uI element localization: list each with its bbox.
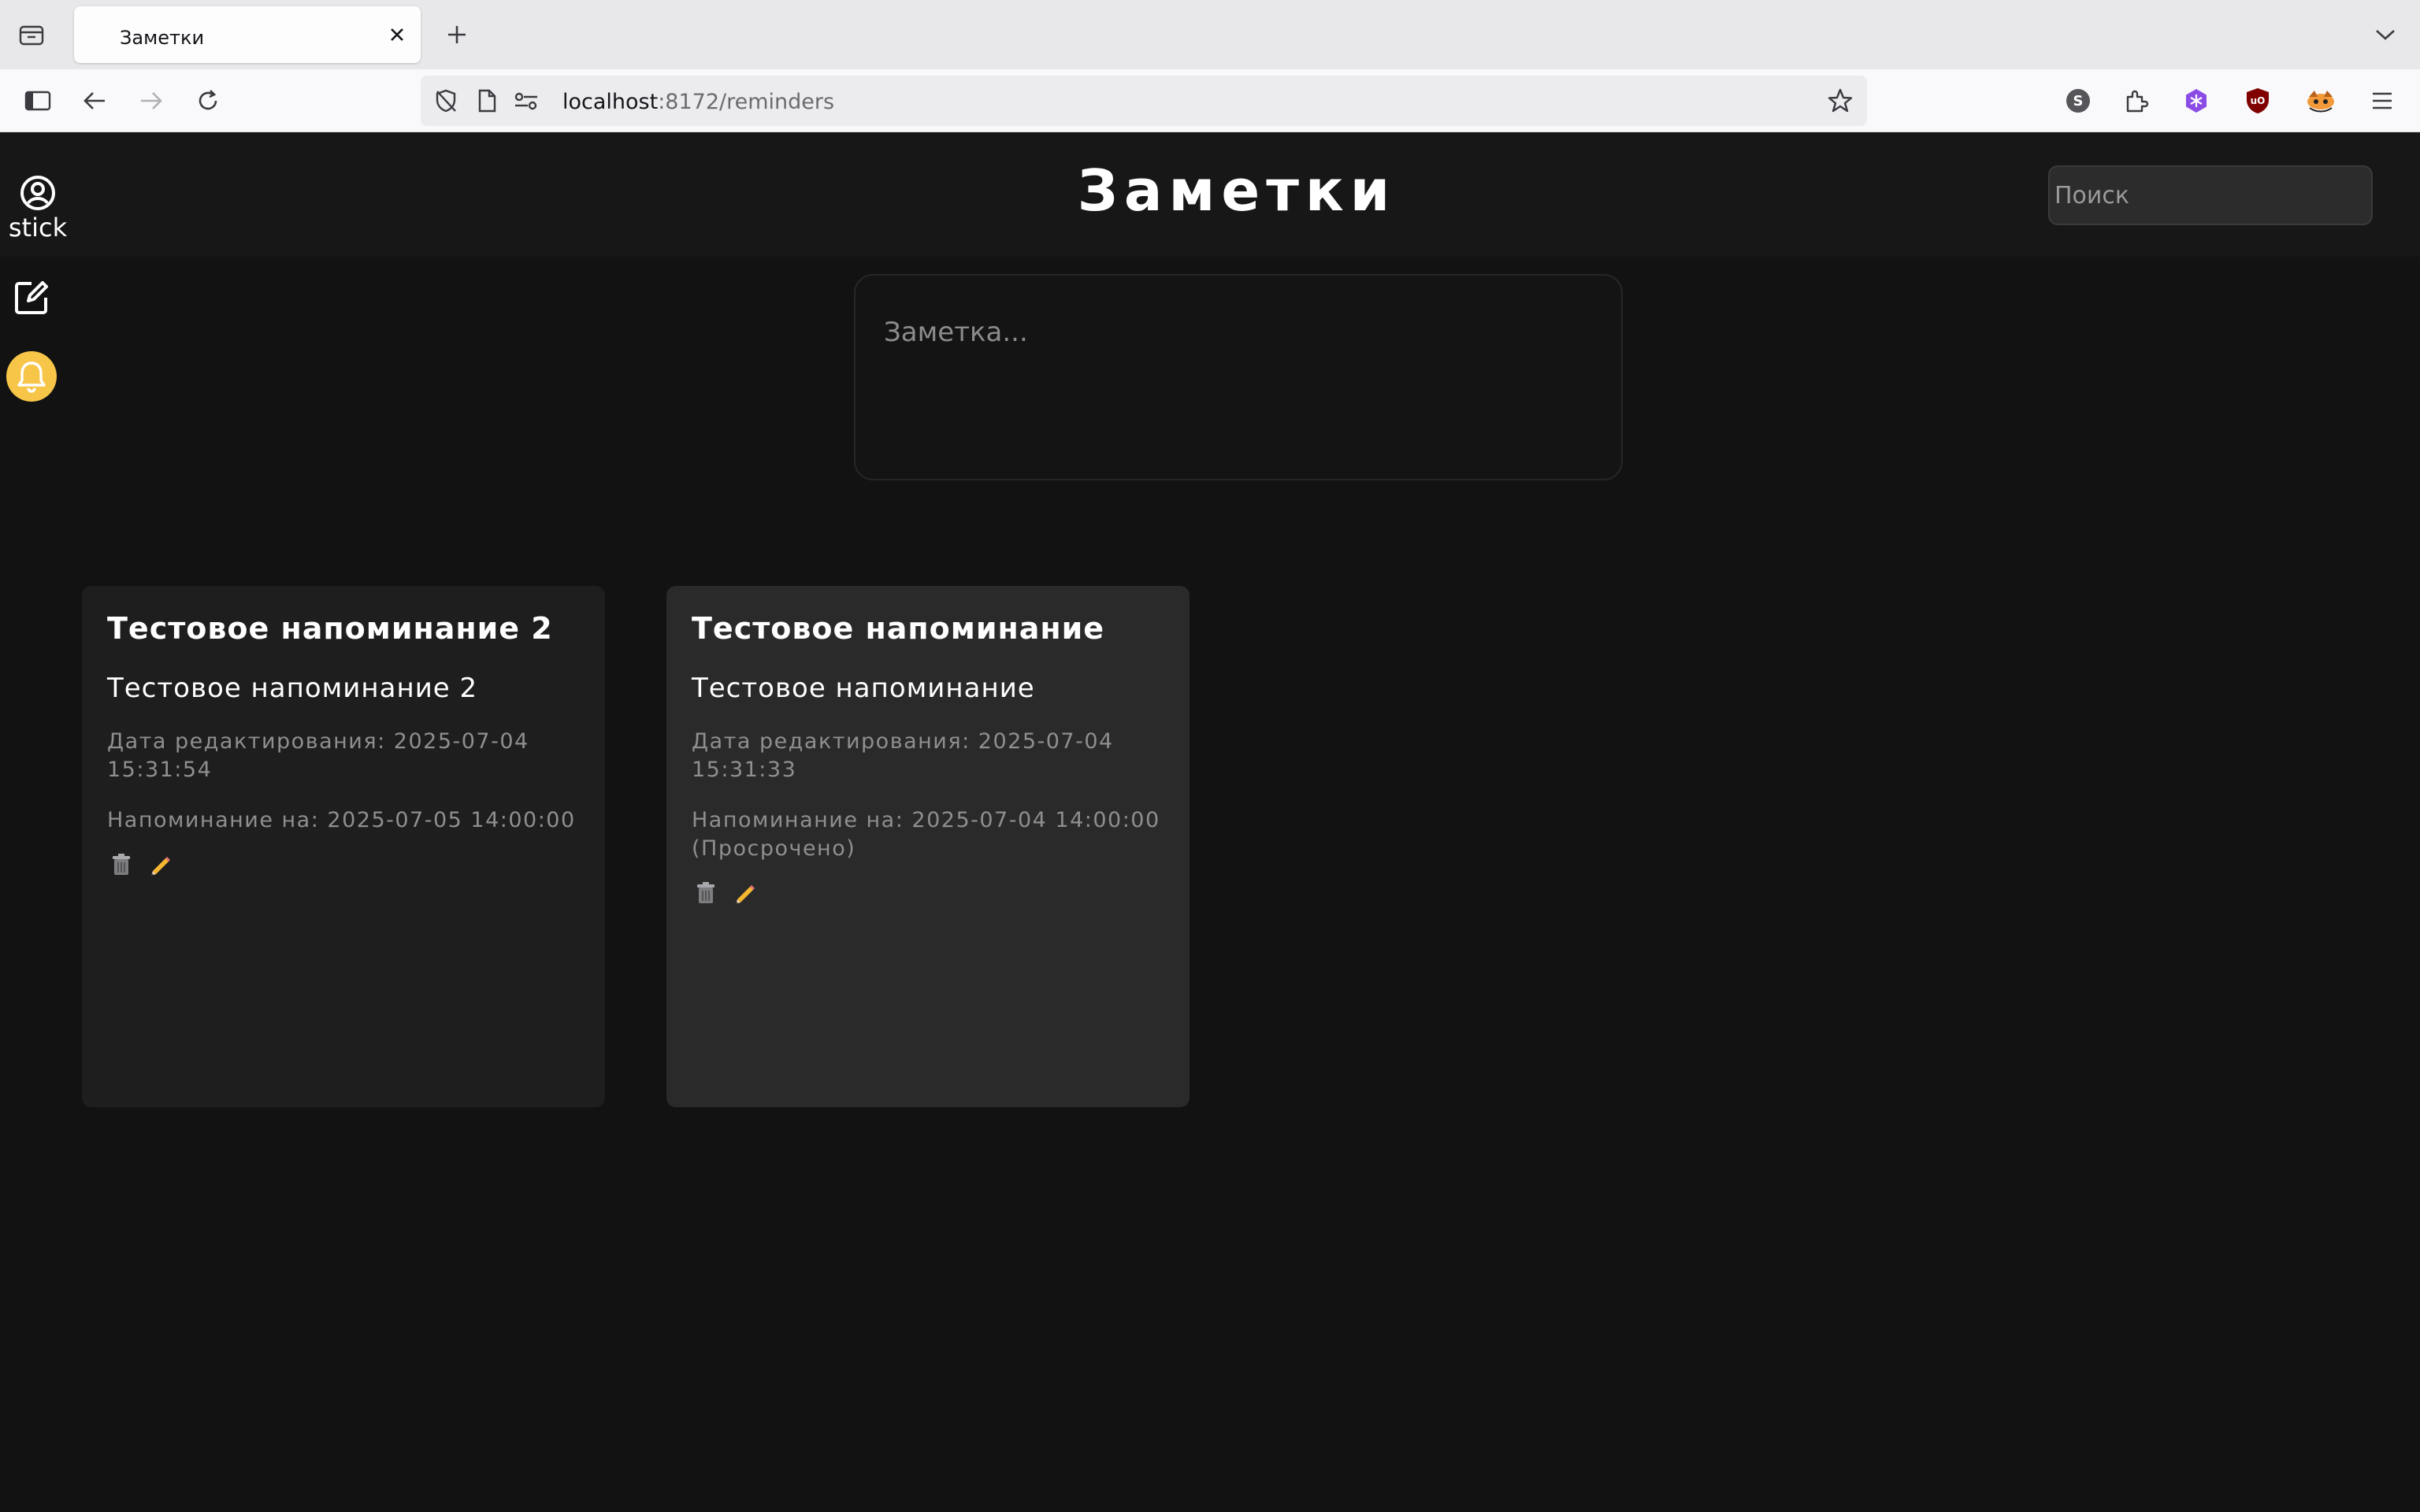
search-input[interactable] <box>2048 165 2373 225</box>
card-actions <box>692 879 1164 907</box>
url-path: :8172/reminders <box>658 90 835 114</box>
ublock-shield-icon[interactable]: uO <box>2240 83 2275 118</box>
card-reminder-time: Напоминание на: 2025-07-05 14:00:00 <box>107 808 576 832</box>
address-bar[interactable]: localhost:8172/reminders <box>421 76 1867 126</box>
username-label: stick <box>8 213 68 243</box>
card-body: Тестовое напоминание <box>692 673 1035 704</box>
close-icon[interactable] <box>384 22 410 47</box>
reminder-card[interactable]: Тестовое напоминание Тестовое напоминание… <box>666 586 1190 1107</box>
card-body: Тестовое напоминание 2 <box>107 673 478 704</box>
menu-hamburger-icon[interactable] <box>2365 83 2400 118</box>
permissions-icon[interactable] <box>512 87 540 115</box>
trash-icon[interactable] <box>107 850 135 879</box>
new-tab-plus-icon[interactable] <box>440 17 474 52</box>
pencil-icon[interactable] <box>731 879 759 907</box>
account-s-icon[interactable]: S <box>2061 83 2095 118</box>
svg-text:S: S <box>2073 93 2084 109</box>
bookmark-star-icon[interactable] <box>1824 85 1856 117</box>
trash-icon[interactable] <box>692 879 720 907</box>
card-actions <box>107 850 580 879</box>
tab-list-icon[interactable] <box>14 19 49 50</box>
back-arrow-icon[interactable] <box>76 82 113 120</box>
card-edited-date: Дата редактирования: 2025-07-04 15:31:54 <box>107 729 529 782</box>
page-info-icon[interactable] <box>473 87 501 115</box>
app-root: Заметки stick Тестовое напоминание 2Тест… <box>0 132 2420 1512</box>
reminder-card[interactable]: Тестовое напоминание 2 Тестовое напоминан… <box>82 586 605 1107</box>
sidebar-toggle-icon[interactable] <box>19 82 57 120</box>
reload-icon[interactable] <box>189 82 227 120</box>
tab-title: Заметки <box>120 27 205 49</box>
new-note-input[interactable] <box>854 274 1623 480</box>
reminders-bell-icon[interactable] <box>6 351 57 402</box>
tracking-protection-icon[interactable] <box>432 87 460 115</box>
app-sidebar: stick <box>0 132 71 463</box>
browser-tab-bar: Заметки <box>0 0 2420 69</box>
card-title: Тестовое напоминание <box>692 611 1105 646</box>
card-title: Тестовое напоминание 2 <box>107 611 553 646</box>
url-host: localhost <box>562 90 659 114</box>
forward-arrow-icon[interactable] <box>132 82 170 120</box>
extensions-puzzle-icon[interactable] <box>2119 83 2154 118</box>
chevron-down-icon[interactable] <box>2370 19 2401 50</box>
profile-button[interactable]: stick <box>0 175 76 261</box>
fox-extension-icon[interactable] <box>2303 83 2338 118</box>
svg-text:uO: uO <box>2251 95 2266 106</box>
card-edited-date: Дата редактирования: 2025-07-04 15:31:33 <box>692 729 1114 782</box>
user-circle-icon <box>20 176 55 210</box>
url-text: localhost:8172/reminders <box>562 90 834 114</box>
snowflake-extension-icon[interactable] <box>2179 83 2214 118</box>
card-reminder-time: Напоминание на: 2025-07-04 14:00:00 (Про… <box>692 808 1160 861</box>
new-note-edit-icon[interactable] <box>11 277 52 318</box>
browser-tab[interactable]: Заметки <box>74 6 421 63</box>
app-header: Заметки <box>0 132 2420 257</box>
browser-nav-bar: localhost:8172/reminders S uO <box>0 69 2420 132</box>
pencil-icon[interactable] <box>147 850 175 879</box>
